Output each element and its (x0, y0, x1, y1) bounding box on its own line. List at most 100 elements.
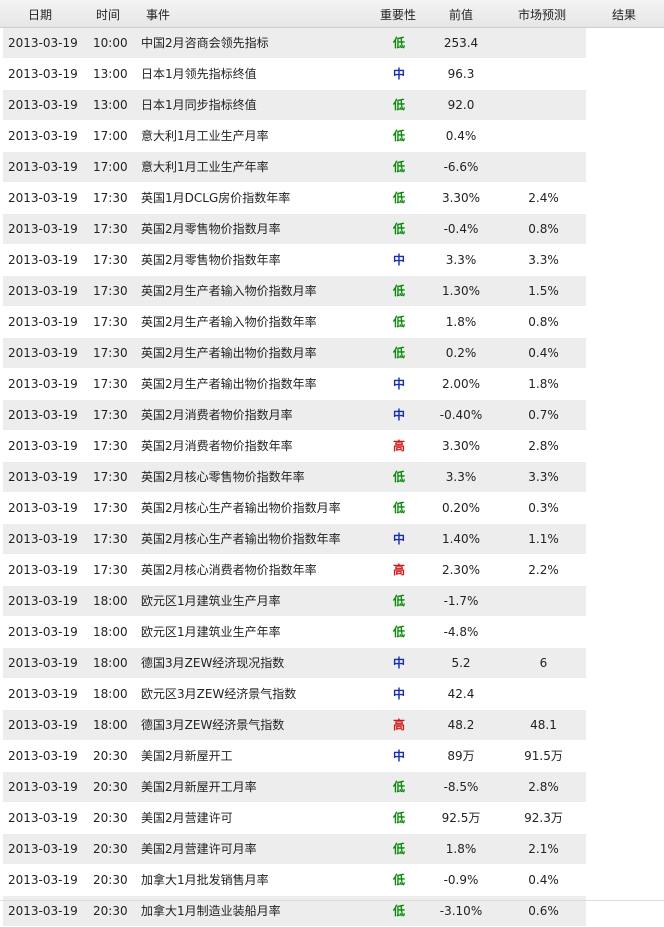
header-previous[interactable]: 前值 (449, 6, 473, 23)
row-previous: 1.40% (441, 532, 481, 546)
row-previous: 92.5万 (441, 811, 481, 825)
table-row[interactable]: 2013-03-19 17:30 英国2月生产者输入物价指数年率 低 1.8% 0.8% (3, 307, 586, 338)
header-event[interactable]: 事件 (146, 6, 170, 23)
row-previous: 1.30% (441, 284, 481, 298)
row-event: 美国2月新屋开工 (141, 749, 233, 763)
header-date[interactable]: 日期 (28, 6, 52, 23)
importance-badge: 低 (392, 222, 405, 236)
row-previous: 89万 (447, 749, 475, 763)
row-date: 2013-03-19 (8, 315, 78, 329)
importance-badge: 低 (392, 625, 405, 639)
row-date: 2013-03-19 (8, 253, 78, 267)
table-row[interactable]: 2013-03-19 17:30 英国2月核心零售物价指数年率 低 3.3% 3.3% (3, 462, 586, 493)
row-date: 2013-03-19 (8, 594, 78, 608)
row-forecast: 48.1 (530, 718, 557, 732)
row-time: 17:00 (93, 160, 128, 174)
table-row[interactable]: 2013-03-19 13:00 日本1月同步指标终值 低 92.0 (3, 90, 586, 121)
header-time[interactable]: 时间 (96, 6, 120, 23)
row-forecast: 1.1% (528, 532, 559, 546)
table-row[interactable]: 2013-03-19 18:00 德国3月ZEW经济景气指数 高 48.2 48.1 (3, 710, 586, 741)
table-row[interactable]: 2013-03-19 20:30 美国2月营建许可 低 92.5万 92.3万 (3, 803, 586, 834)
row-previous: 3.3% (445, 470, 477, 484)
row-time: 10:00 (93, 36, 128, 50)
row-time: 17:30 (93, 501, 128, 515)
row-forecast: 1.5% (528, 284, 559, 298)
row-previous: -3.10% (439, 904, 483, 918)
row-previous: 3.30% (441, 439, 481, 453)
row-event: 英国2月消费者物价指数年率 (141, 439, 293, 453)
row-event: 日本1月领先指标终值 (141, 67, 257, 81)
row-time: 20:30 (93, 873, 128, 887)
table-row[interactable]: 2013-03-19 18:00 德国3月ZEW经济现况指数 中 5.2 6 (3, 648, 586, 679)
row-date: 2013-03-19 (8, 36, 78, 50)
header-forecast[interactable]: 市场预测 (518, 6, 566, 23)
row-date: 2013-03-19 (8, 904, 78, 918)
row-forecast: 0.7% (528, 408, 559, 422)
row-event: 英国2月生产者输出物价指数月率 (141, 346, 317, 360)
row-date: 2013-03-19 (8, 191, 78, 205)
table-row[interactable]: 2013-03-19 20:30 美国2月新屋开工月率 低 -8.5% 2.8% (3, 772, 586, 803)
table-row[interactable]: 2013-03-19 20:30 美国2月新屋开工 中 89万 91.5万 (3, 741, 586, 772)
header-importance[interactable]: 重要性 (380, 6, 416, 23)
row-previous: 92.0 (447, 98, 475, 112)
table-row[interactable]: 2013-03-19 17:00 意大利1月工业生产年率 低 -6.6% (3, 152, 586, 183)
row-date: 2013-03-19 (8, 346, 78, 360)
row-previous: 48.2 (447, 718, 475, 732)
table-row[interactable]: 2013-03-19 17:30 英国2月零售物价指数年率 中 3.3% 3.3% (3, 245, 586, 276)
table-row[interactable]: 2013-03-19 17:30 英国2月核心消费者物价指数年率 高 2.30% 2.2% (3, 555, 586, 586)
table-row[interactable]: 2013-03-19 17:00 意大利1月工业生产月率 低 0.4% (3, 121, 586, 152)
table-row[interactable]: 2013-03-19 18:00 欧元区1月建筑业生产年率 低 -4.8% (3, 617, 586, 648)
row-forecast: 0.4% (528, 873, 559, 887)
table-row[interactable]: 2013-03-19 17:30 英国2月生产者输出物价指数月率 低 0.2% 0.4% (3, 338, 586, 369)
table-row[interactable]: 2013-03-19 13:00 日本1月领先指标终值 中 96.3 (3, 59, 586, 90)
table-row[interactable]: 2013-03-19 10:00 中国2月咨商会领先指标 低 253.4 (3, 28, 586, 59)
table-row[interactable]: 2013-03-19 20:30 加拿大1月批发销售月率 低 -0.9% 0.4% (3, 865, 586, 896)
table-row[interactable]: 2013-03-19 17:30 英国2月消费者物价指数月率 中 -0.40% 0.7% (3, 400, 586, 431)
importance-badge: 低 (392, 873, 405, 887)
row-event: 英国2月核心生产者输出物价指数月率 (141, 501, 341, 515)
row-time: 20:30 (93, 780, 128, 794)
row-date: 2013-03-19 (8, 129, 78, 143)
row-previous: -0.40% (439, 408, 483, 422)
importance-badge: 高 (392, 563, 405, 577)
row-event: 英国2月生产者输入物价指数月率 (141, 284, 317, 298)
row-previous: 96.3 (447, 67, 475, 81)
row-date: 2013-03-19 (8, 501, 78, 515)
row-event: 加拿大1月批发销售月率 (141, 873, 269, 887)
row-date: 2013-03-19 (8, 780, 78, 794)
row-date: 2013-03-19 (8, 284, 78, 298)
row-date: 2013-03-19 (8, 160, 78, 174)
table-row[interactable]: 2013-03-19 17:30 英国2月零售物价指数月率 低 -0.4% 0.8% (3, 214, 586, 245)
row-forecast: 3.3% (528, 253, 559, 267)
row-time: 18:00 (93, 718, 128, 732)
importance-badge: 低 (392, 129, 405, 143)
table-row[interactable]: 2013-03-19 18:00 欧元区3月ZEW经济景气指数 中 42.4 (3, 679, 586, 710)
row-forecast: 0.8% (528, 222, 559, 236)
row-date: 2013-03-19 (8, 98, 78, 112)
table-row[interactable]: 2013-03-19 17:30 英国2月核心生产者输出物价指数月率 低 0.20% 0.… (3, 493, 586, 524)
importance-badge: 低 (392, 284, 405, 298)
row-previous: 5.2 (451, 656, 471, 670)
row-previous: -0.9% (443, 873, 479, 887)
importance-badge: 低 (392, 191, 405, 205)
table-row[interactable]: 2013-03-19 17:30 英国2月生产者输入物价指数月率 低 1.30% 1.5% (3, 276, 586, 307)
table-bottom-divider (0, 900, 664, 901)
table-row[interactable]: 2013-03-19 17:30 英国2月生产者输出物价指数年率 中 2.00% 1.8% (3, 369, 586, 400)
table-row[interactable]: 2013-03-19 17:30 英国2月消费者物价指数年率 高 3.30% 2.8% (3, 431, 586, 462)
table-row[interactable]: 2013-03-19 18:00 欧元区1月建筑业生产月率 低 -1.7% (3, 586, 586, 617)
row-date: 2013-03-19 (8, 222, 78, 236)
row-forecast: 0.4% (528, 346, 559, 360)
table-row[interactable]: 2013-03-19 17:30 英国2月核心生产者输出物价指数年率 中 1.40% 1.… (3, 524, 586, 555)
row-event: 英国2月核心消费者物价指数年率 (141, 563, 317, 577)
row-event: 美国2月新屋开工月率 (141, 780, 257, 794)
header-result[interactable]: 结果 (612, 6, 636, 23)
row-time: 17:30 (93, 191, 128, 205)
row-time: 18:00 (93, 687, 128, 701)
table-row[interactable]: 2013-03-19 20:30 美国2月营建许可月率 低 1.8% 2.1% (3, 834, 586, 865)
row-forecast: 2.8% (528, 439, 559, 453)
row-previous: 42.4 (447, 687, 475, 701)
row-forecast: 6 (539, 656, 548, 670)
row-forecast: 3.3% (528, 470, 559, 484)
row-event: 中国2月咨商会领先指标 (141, 36, 269, 50)
table-row[interactable]: 2013-03-19 17:30 英国1月DCLG房价指数年率 低 3.30% 2.4% (3, 183, 586, 214)
